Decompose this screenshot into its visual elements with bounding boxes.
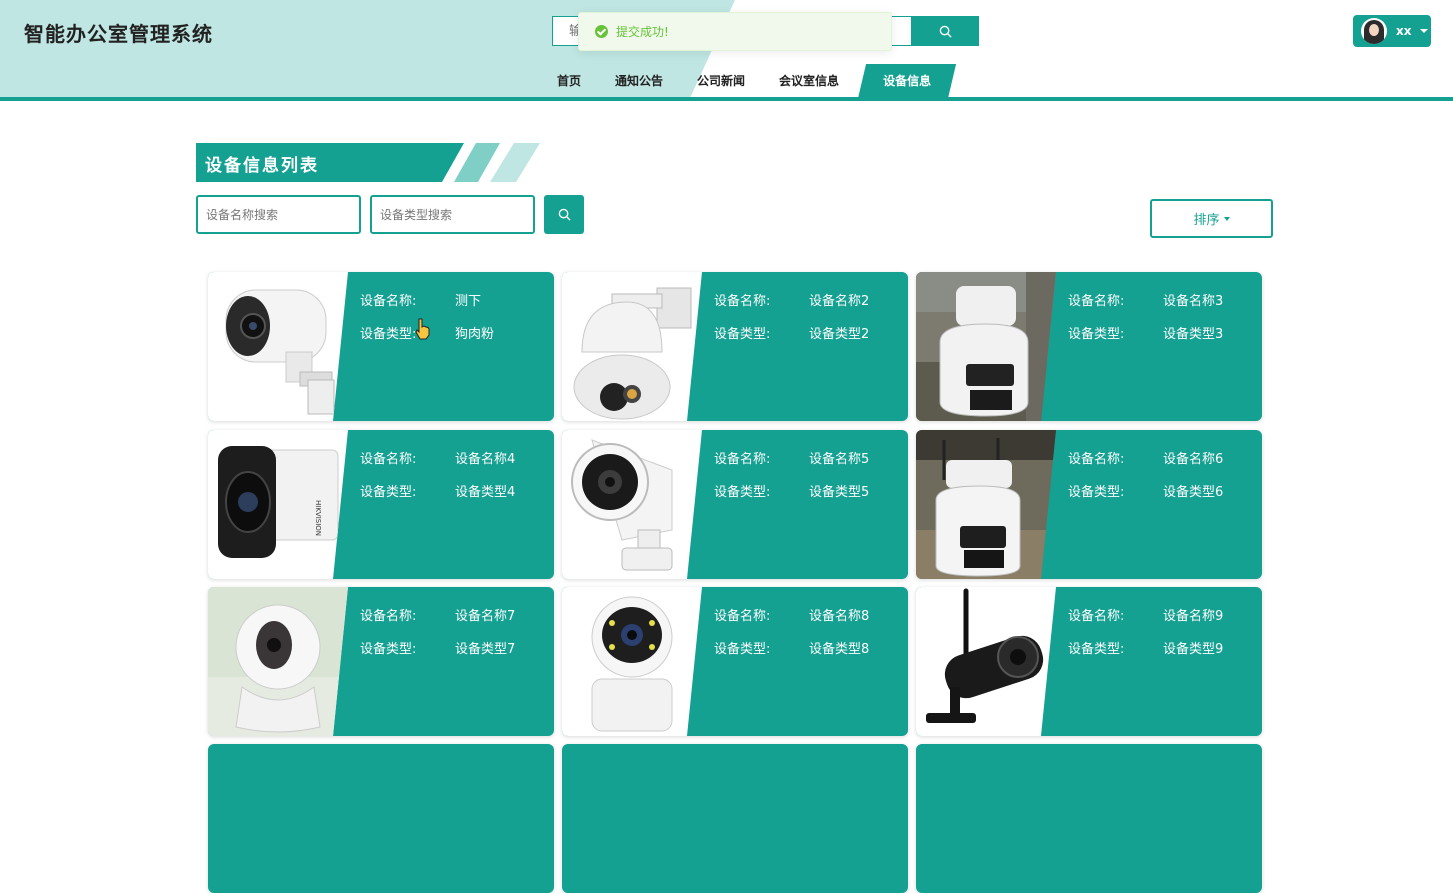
device-name-search-input[interactable] (196, 195, 361, 234)
device-type-label: 设备类型: (714, 327, 771, 342)
app-title: 智能办公室管理系统 (24, 22, 213, 46)
success-check-icon (595, 25, 608, 38)
nav-item-news[interactable]: 公司新闻 (680, 64, 762, 98)
search-button[interactable] (912, 16, 979, 46)
nav-item-meeting-rooms[interactable]: 会议室信息 (762, 64, 856, 98)
device-type-value: 设备类型8 (809, 642, 870, 657)
device-card[interactable]: 设备名称: 设备名称3 设备类型: 设备类型3 (916, 272, 1262, 421)
device-name-value: 设备名称8 (809, 609, 870, 624)
main-nav: 首页 通知公告 公司新闻 会议室信息 设备信息 (540, 64, 956, 98)
device-type-label: 设备类型: (1068, 327, 1125, 342)
device-type-label: 设备类型: (714, 485, 771, 500)
device-card[interactable]: 设备名称: 设备名称2 设备类型: 设备类型2 (562, 272, 908, 421)
device-name-value: 设备名称5 (809, 452, 870, 467)
device-image (916, 272, 1056, 421)
device-type-label: 设备类型: (360, 485, 417, 500)
chevron-down-icon (1420, 29, 1429, 33)
device-type-value: 狗肉粉 (455, 327, 495, 342)
device-type-label: 设备类型: (360, 327, 417, 342)
device-image (562, 272, 702, 421)
device-name-value: 设备名称9 (1163, 609, 1224, 624)
device-image (916, 430, 1056, 579)
device-card[interactable]: 设备名称: 设备名称7 设备类型: 设备类型7 (208, 587, 554, 736)
nav-item-notices[interactable]: 通知公告 (598, 64, 680, 98)
device-name-label: 设备名称: (714, 452, 771, 467)
hand-pointer-icon (415, 318, 430, 340)
device-type-label: 设备类型: (714, 642, 771, 657)
device-name-label: 设备名称: (1068, 452, 1125, 467)
device-type-value: 设备类型2 (809, 327, 870, 342)
device-name-label: 设备名称: (360, 452, 417, 467)
indoor-ptz-camera-icon (591, 596, 673, 732)
device-card[interactable]: 设备名称: 设备名称5 设备类型: 设备类型5 (562, 430, 908, 579)
device-name-label: 设备名称: (1068, 294, 1125, 309)
bullet-camera-icon: HIKVISION (218, 446, 339, 558)
device-type-value: 设备类型4 (455, 485, 516, 500)
nav-item-devices[interactable]: 设备信息 (858, 64, 956, 98)
device-card-partial[interactable] (208, 744, 554, 893)
filter-search-button[interactable] (544, 195, 584, 234)
wifi-camera-icon (926, 588, 1044, 723)
success-toast: 提交成功! (578, 12, 892, 51)
device-type-value: 设备类型3 (1163, 327, 1224, 342)
sort-dropdown-button[interactable]: 排序 (1150, 199, 1273, 238)
section-title-text: 设备信息列表 (205, 156, 319, 176)
device-type-label: 设备类型: (360, 642, 417, 657)
bullet-camera-icon (225, 289, 335, 415)
device-name-value: 设备名称3 (1163, 294, 1224, 309)
device-image: HIKVISION (208, 430, 348, 579)
device-image (208, 587, 348, 736)
user-menu-button[interactable]: xx (1353, 15, 1431, 47)
device-image (562, 587, 702, 736)
avatar (1361, 18, 1387, 44)
device-card-partial[interactable] (562, 744, 908, 893)
header: 智能办公室管理系统 提交成功! xx 首页 通知公告 公司新闻 会议室信息 设备… (0, 0, 1453, 101)
device-type-label: 设备类型: (1068, 485, 1125, 500)
device-card[interactable]: 设备名称: 测下 设备类型: 狗肉粉 (208, 272, 554, 421)
caret-down-icon (1223, 216, 1230, 221)
sort-label: 排序 (1193, 213, 1220, 228)
device-type-value: 设备类型7 (455, 642, 516, 657)
indoor-camera-icon (208, 587, 348, 736)
device-type-search-input[interactable] (370, 195, 535, 234)
device-name-value: 设备名称4 (455, 452, 516, 467)
search-icon (558, 208, 571, 221)
search-icon (939, 25, 952, 38)
toast-message: 提交成功! (616, 25, 669, 39)
device-name-value: 设备名称6 (1163, 452, 1224, 467)
svg-text:HIKVISION: HIKVISION (314, 500, 322, 536)
device-name-value: 设备名称2 (809, 294, 870, 309)
device-card[interactable]: HIKVISION 设备名称: 设备名称4 设备类型: 设备类型4 (208, 430, 554, 579)
device-name-label: 设备名称: (360, 294, 417, 309)
device-image (208, 272, 348, 421)
device-card[interactable]: 设备名称: 设备名称8 设备类型: 设备类型8 (562, 587, 908, 736)
device-name-label: 设备名称: (714, 609, 771, 624)
device-type-label: 设备类型: (1068, 642, 1125, 657)
user-name: xx (1396, 24, 1412, 38)
device-name-value: 设备名称7 (455, 609, 516, 624)
device-card[interactable]: 设备名称: 设备名称6 设备类型: 设备类型6 (916, 430, 1262, 579)
device-type-value: 设备类型6 (1163, 485, 1224, 500)
device-type-value: 设备类型9 (1163, 642, 1224, 657)
device-name-label: 设备名称: (1068, 609, 1125, 624)
nav-item-home[interactable]: 首页 (540, 64, 598, 98)
outdoor-camera-photo-icon (916, 272, 1056, 421)
device-name-label: 设备名称: (360, 609, 417, 624)
device-image (562, 430, 702, 579)
section-title: 设备信息列表 (196, 143, 466, 182)
dome-camera-icon (573, 287, 692, 420)
device-card[interactable]: 设备名称: 设备名称9 设备类型: 设备类型9 (916, 587, 1262, 736)
device-card-partial[interactable] (916, 744, 1262, 893)
device-type-value: 设备类型5 (809, 485, 870, 500)
outdoor-camera-photo-icon (916, 430, 1056, 579)
device-image (916, 587, 1056, 736)
device-name-value: 测下 (455, 294, 482, 309)
ir-bullet-camera-icon (571, 439, 673, 571)
device-name-label: 设备名称: (714, 294, 771, 309)
